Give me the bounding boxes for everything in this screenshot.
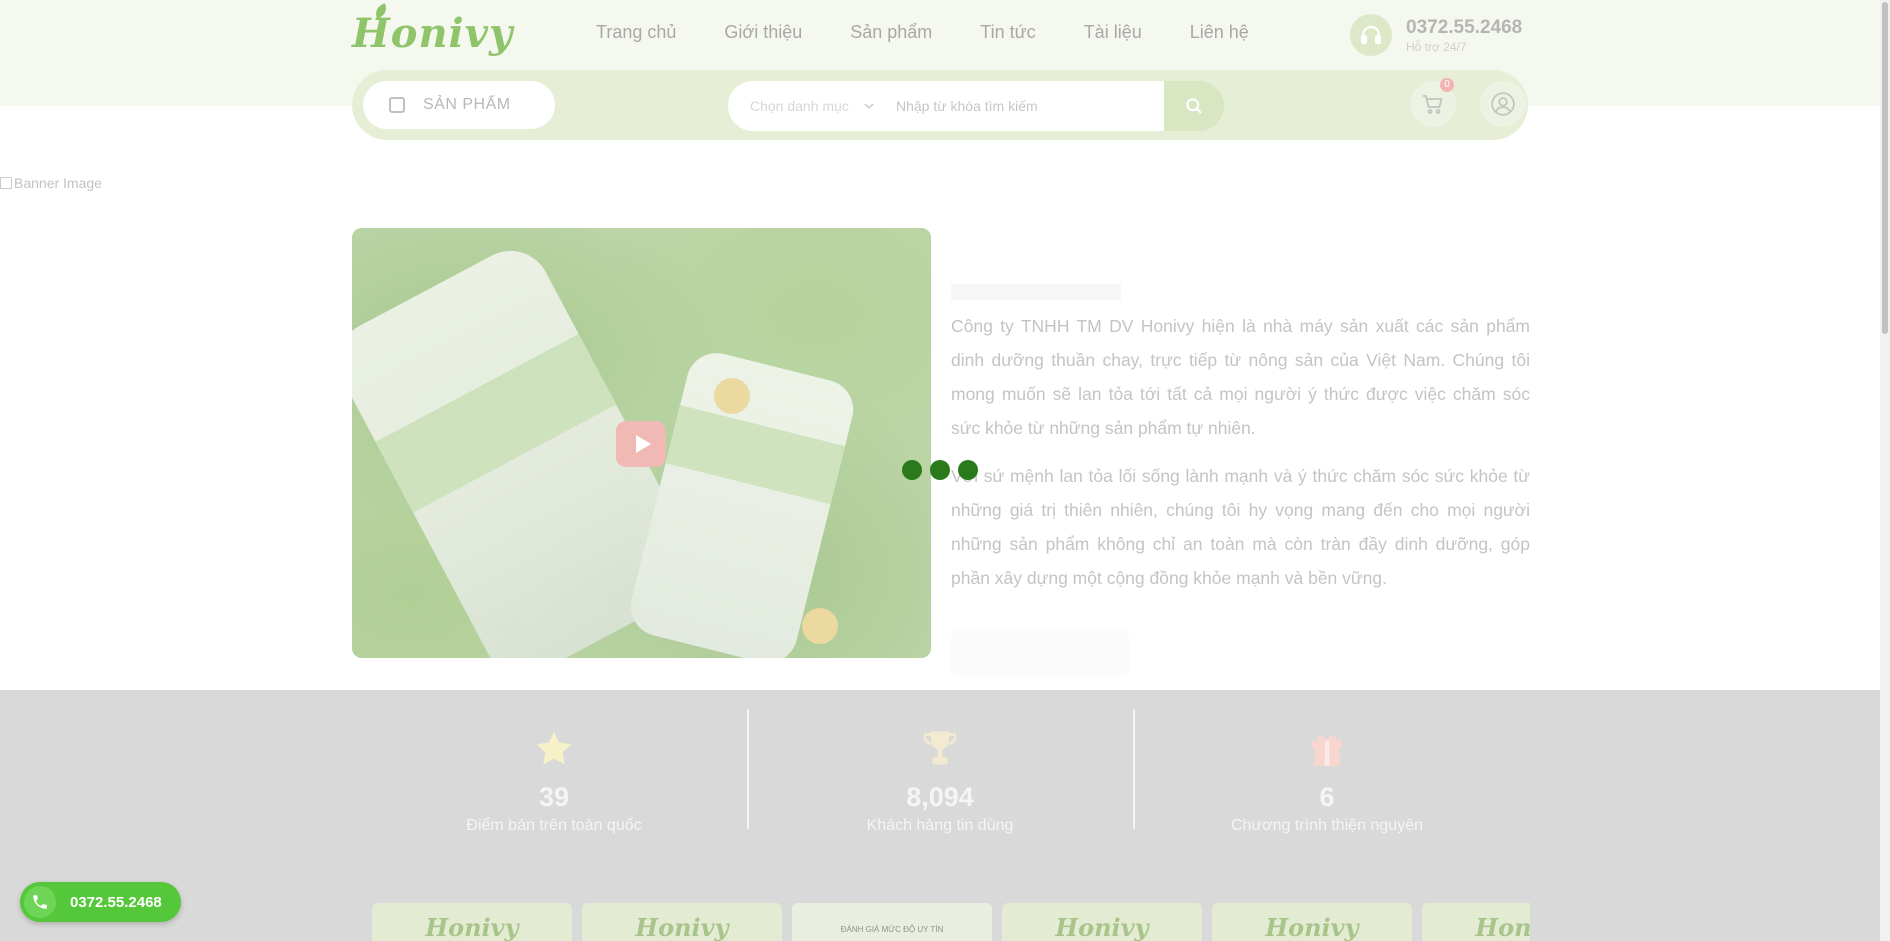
card-text: Honivy [1475, 913, 1530, 941]
divider [1133, 709, 1135, 829]
category-select-label: Chọn danh mục [750, 98, 849, 114]
card-item[interactable]: Honivy [582, 903, 782, 941]
stat-value: 8,094 [906, 782, 974, 812]
card-item[interactable]: Honivy [1002, 903, 1202, 941]
card-text: Honivy [1265, 913, 1359, 941]
category-select[interactable]: Chọn danh mục [728, 98, 888, 114]
stat-item: 39 Điểm bán trên toàn quốc [389, 728, 719, 835]
card-text: Honivy [635, 913, 729, 941]
card-item[interactable]: Honivy [1422, 903, 1530, 941]
cart-button[interactable]: 0 [1410, 78, 1456, 127]
card-text: Honivy [425, 913, 519, 941]
user-icon [1491, 92, 1515, 116]
scrollbar-thumb[interactable] [1882, 2, 1888, 334]
nav-products[interactable]: Sản phẩm [850, 22, 932, 43]
card-text: ĐÁNH GIÁ MỨC ĐỘ UY TÍN [840, 925, 944, 934]
search-icon [1186, 98, 1202, 114]
about-paragraph-2: Với sứ mệnh lan tỏa lối sống lành mạnh v… [951, 466, 1530, 588]
card-item[interactable]: Honivy [1212, 903, 1412, 941]
nav-contact[interactable]: Liên hệ [1190, 22, 1249, 43]
search-box: Chọn danh mục [728, 81, 1164, 131]
stat-label: Điểm bán trên toàn quốc [466, 817, 642, 834]
card-text: Honivy [1055, 913, 1149, 941]
card-item[interactable]: Honivy [372, 903, 572, 941]
search-input[interactable] [888, 98, 1164, 114]
stat-value: 39 [538, 782, 570, 812]
stat-item: 8,094 Khách hàng tin dùng [775, 728, 1105, 835]
about-paragraph-1: Công ty TNHH TM DV Honivy hiện là nhà má… [951, 316, 1530, 438]
support-label: Hỗ trợ 24/7 [1406, 39, 1467, 54]
trophy-icon [775, 728, 1105, 768]
stat-label: Khách hàng tin dùng [866, 817, 1014, 834]
search-button[interactable] [1164, 81, 1224, 131]
play-button[interactable] [616, 421, 666, 467]
star-icon [389, 728, 719, 768]
play-icon [635, 435, 651, 453]
chevron-down-icon [864, 103, 874, 110]
account-button[interactable] [1480, 81, 1526, 127]
stat-value: 6 [1319, 782, 1335, 812]
page-scrollbar[interactable] [1880, 0, 1890, 941]
loading-indicator [902, 460, 978, 480]
cart-icon [1423, 95, 1443, 114]
phone-icon [24, 886, 56, 918]
products-menu-button[interactable]: SẢN PHẨM [363, 81, 555, 129]
nav-news[interactable]: Tin tức [980, 22, 1035, 43]
banner-image: Banner Image [0, 175, 102, 191]
headset-icon [1350, 14, 1392, 56]
logo[interactable]: Honivy [352, 3, 512, 60]
flower-decoration [714, 378, 750, 414]
support-hotline[interactable]: 0372.55.2468 Hỗ trợ 24/7 [1350, 14, 1522, 56]
main-nav: Trang chủ Giới thiệu Sản phẩm Tin tức Tà… [596, 22, 1297, 43]
floating-phone-number: 0372.55.2468 [70, 893, 162, 911]
intro-video[interactable] [352, 228, 931, 658]
products-button-label: SẢN PHẨM [423, 96, 511, 113]
stat-label: Chương trình thiện nguyện [1231, 817, 1423, 834]
support-phone[interactable]: 0372.55.2468 [1406, 17, 1522, 39]
nav-home[interactable]: Trang chủ [596, 22, 676, 43]
loading-dot [930, 460, 950, 480]
loading-dot [958, 460, 978, 480]
search-bar: SẢN PHẨM Chọn danh mục 0 [352, 70, 1528, 140]
stat-item: 6 Chương trình thiện nguyện [1162, 728, 1492, 835]
about-heading-placeholder [951, 284, 1121, 300]
flower-decoration [802, 608, 838, 644]
card-item[interactable]: ĐÁNH GIÁ MỨC ĐỘ UY TÍN [792, 903, 992, 941]
cart-count-badge: 0 [1440, 78, 1454, 92]
about-more-button[interactable] [951, 629, 1129, 677]
catalog-icon [389, 97, 405, 113]
floating-call-button[interactable]: 0372.55.2468 [20, 882, 181, 922]
gift-icon [1162, 728, 1492, 768]
nav-about[interactable]: Giới thiệu [724, 22, 802, 43]
banner-alt-text: Banner Image [14, 175, 102, 191]
broken-image-icon [0, 177, 12, 189]
divider [747, 709, 749, 829]
partner-cards: Honivy Honivy ĐÁNH GIÁ MỨC ĐỘ UY TÍN Hon… [372, 903, 1530, 941]
loading-dot [902, 460, 922, 480]
nav-documents[interactable]: Tài liệu [1084, 22, 1142, 43]
